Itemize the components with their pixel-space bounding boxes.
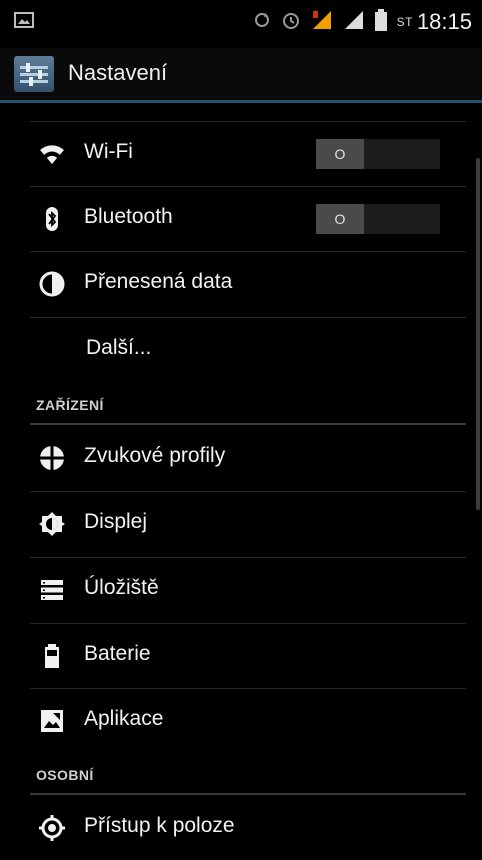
wifi-toggle[interactable]: O: [316, 139, 440, 169]
section-divider: [30, 793, 466, 795]
data-usage-icon: [38, 270, 66, 298]
clock: 18:15: [416, 9, 472, 34]
battery-icon: [374, 8, 387, 36]
settings-app-icon[interactable]: [14, 56, 54, 92]
bluetooth-toggle-state: O: [316, 204, 364, 234]
section-header-device: ZAŘÍZENÍ: [36, 397, 104, 413]
settings-item-label: Wi-Fi: [84, 140, 133, 163]
settings-item-label: Úložiště: [84, 576, 159, 599]
settings-item-label: Přenesená data: [84, 270, 233, 293]
settings-item-data-usage[interactable]: Přenesená data: [30, 251, 466, 316]
settings-item-wifi[interactable]: Wi-Fi O: [30, 121, 466, 186]
settings-item-label: Displej: [84, 510, 148, 533]
apps-icon: [38, 707, 66, 735]
settings-item-label: Bluetooth: [84, 205, 173, 228]
location-icon: [38, 814, 66, 842]
data-signal-icon: [311, 9, 333, 36]
bluetooth-icon: [38, 205, 66, 233]
action-bar: Nastavení: [0, 48, 482, 100]
settings-item-more[interactable]: Další...: [30, 317, 466, 382]
carrier-label: ST: [396, 15, 413, 29]
settings-list[interactable]: Wi-Fi O Bluetooth O Přenesená data Další…: [0, 103, 482, 856]
settings-item-label: Přístup k poloze: [84, 814, 235, 837]
status-bar: ST 18:15: [0, 0, 482, 48]
settings-item-label: Zvukové profily: [84, 444, 226, 467]
settings-item-bluetooth[interactable]: Bluetooth O: [30, 186, 466, 251]
bluetooth-toggle[interactable]: O: [316, 204, 440, 234]
page-title: Nastavení: [68, 60, 168, 85]
settings-item-location[interactable]: Přístup k poloze: [30, 796, 466, 860]
battery-icon: [38, 642, 66, 670]
settings-item-storage[interactable]: Úložiště: [30, 557, 466, 622]
wifi-toggle-state: O: [316, 139, 364, 169]
sound-profiles-icon: [38, 444, 66, 472]
settings-item-label: Baterie: [84, 642, 151, 665]
notification-image-icon: [14, 12, 34, 28]
settings-item-label: Další...: [86, 336, 152, 359]
display-icon: [38, 510, 66, 538]
settings-item-sound-profiles[interactable]: Zvukové profily: [30, 426, 466, 490]
settings-item-display[interactable]: Displej: [30, 491, 466, 556]
scrollbar[interactable]: [476, 158, 480, 510]
section-divider: [30, 423, 466, 425]
alarm-icon: [281, 10, 301, 35]
signal-icon: [343, 9, 365, 36]
settings-item-battery[interactable]: Baterie: [30, 623, 466, 688]
sync-icon: [253, 11, 271, 34]
settings-item-label: Aplikace: [84, 707, 164, 730]
wifi-icon: [38, 140, 66, 168]
section-header-personal: OSOBNÍ: [36, 767, 94, 783]
settings-item-apps[interactable]: Aplikace: [30, 688, 466, 753]
storage-icon: [38, 576, 66, 604]
